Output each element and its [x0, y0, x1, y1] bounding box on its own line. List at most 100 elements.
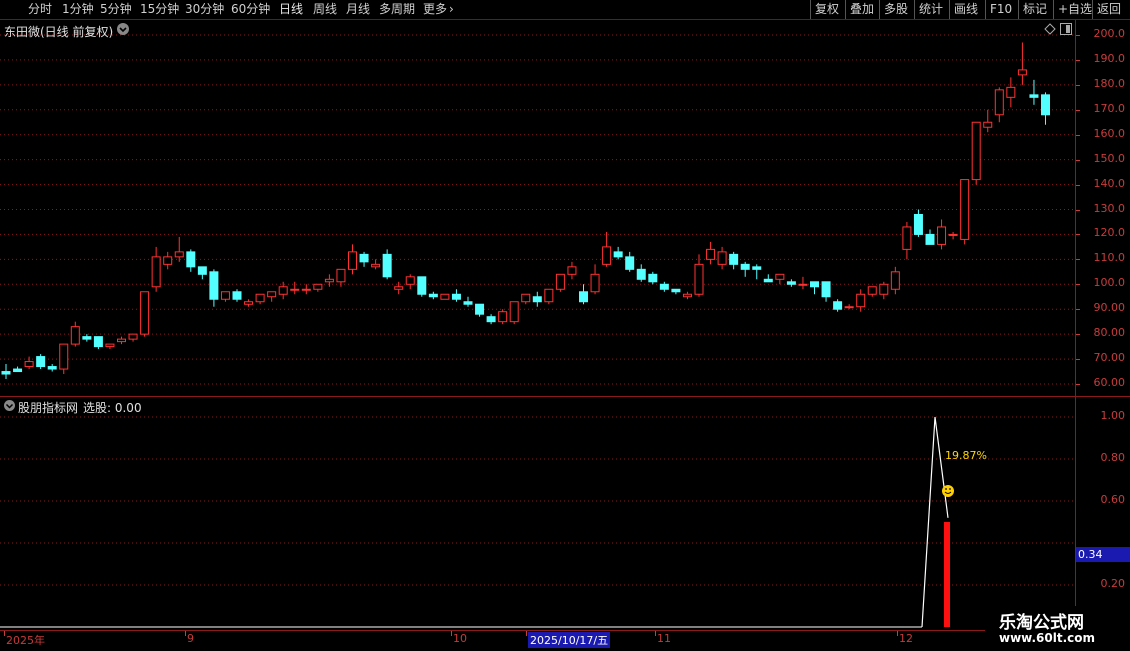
indicator-panel[interactable]: 股朋指标网 选股: 0.00 19.87% [0, 397, 1075, 629]
candle-body [498, 311, 508, 323]
candle [717, 246, 727, 270]
candle-body [752, 266, 762, 270]
price-tick [1076, 334, 1080, 336]
period-tab-2[interactable]: 5分钟 [100, 1, 132, 18]
candle [821, 281, 831, 302]
candle [671, 288, 681, 295]
candle-body [856, 293, 866, 308]
candle [405, 274, 415, 290]
toolbar-button-6[interactable]: 标记 [1018, 0, 1051, 19]
indicator-tick-label: 0.80 [1100, 451, 1126, 464]
diamond-icon[interactable] [1044, 23, 1056, 38]
candle-body [509, 301, 519, 323]
candle [324, 274, 334, 287]
toolbar-button-3[interactable]: 统计 [914, 0, 947, 19]
candle-body [844, 306, 854, 309]
candle [1, 364, 11, 380]
period-tab-7[interactable]: 周线 [313, 1, 337, 18]
toolbar-button-0[interactable]: 复权 [810, 0, 843, 19]
candle [267, 291, 277, 302]
candlestick-panel[interactable]: 东田微(日线 前复权) [0, 20, 1075, 396]
candle [833, 299, 843, 312]
more-chevron-icon[interactable]: › [449, 1, 454, 18]
toolbar-button-5[interactable]: F10 [985, 0, 1016, 19]
date-label: 10 [453, 632, 467, 645]
period-tab-0[interactable]: 分时 [28, 1, 52, 18]
indicator-chart[interactable]: 19.87% [0, 397, 1075, 629]
candle [636, 264, 646, 282]
candle-body [1, 371, 11, 375]
price-tick-label: 130.0 [1093, 201, 1126, 215]
candle [856, 289, 866, 312]
current-value-badge: 0.34 [1076, 546, 1130, 562]
candle [232, 289, 242, 302]
candle [740, 261, 750, 277]
period-tab-3[interactable]: 15分钟 [140, 1, 179, 18]
candle [186, 249, 196, 272]
price-tick-label: 190.0 [1093, 51, 1126, 65]
period-tab-1[interactable]: 1分钟 [62, 1, 94, 18]
candle [890, 266, 900, 295]
candle [579, 284, 588, 305]
smiley-icon [942, 485, 954, 497]
panel-toggle-icon[interactable] [1060, 23, 1072, 38]
candle-body [902, 226, 912, 250]
date-label: 2025年 [6, 634, 45, 647]
candle [590, 264, 600, 295]
price-tick-label: 80.00 [1093, 326, 1126, 340]
candle-body [1017, 69, 1027, 76]
date-tick [655, 631, 656, 636]
indicator-tick-label: 1.00 [1100, 409, 1126, 422]
candle-body [174, 251, 184, 258]
candle-body [567, 266, 577, 275]
candle [486, 314, 496, 325]
date-tick [526, 631, 527, 636]
period-tab-5[interactable]: 60分钟 [231, 1, 270, 18]
period-toolbar: 分时 1分钟 5分钟 15分钟 30分钟 60分钟 日线 周线 月线 多周期 更多 › 复权 叠加 多股统… [0, 0, 1130, 20]
candle [752, 264, 762, 280]
toolbar-button-8[interactable]: 返回 [1092, 0, 1125, 19]
price-tick-label: 60.00 [1093, 376, 1126, 389]
candle-body [128, 333, 138, 340]
candle-body [937, 226, 947, 245]
period-tab-4[interactable]: 30分钟 [185, 1, 224, 18]
candle-body [867, 286, 877, 295]
toolbar-button-7[interactable]: +自选 [1053, 0, 1096, 19]
period-tab-8[interactable]: 月线 [346, 1, 370, 18]
candle-body [821, 281, 831, 298]
candle-body [579, 291, 588, 303]
period-tab-10[interactable]: 更多 [423, 1, 447, 18]
candle [174, 236, 184, 262]
candle [937, 219, 947, 250]
period-tab-6[interactable]: 日线 [279, 1, 303, 18]
candle [244, 299, 254, 307]
candle [509, 301, 519, 325]
candle-body [960, 179, 970, 240]
candle-body [440, 293, 450, 300]
candle [994, 87, 1004, 123]
candle [960, 179, 970, 245]
candle [13, 366, 23, 373]
candle-body [475, 303, 485, 315]
candle [971, 121, 981, 185]
candle-body [13, 368, 23, 373]
candle-body [451, 293, 461, 300]
collapse-icon[interactable] [3, 399, 16, 415]
price-tick-label: 90.00 [1093, 301, 1126, 315]
period-tab-9[interactable]: 多周期 [379, 1, 415, 18]
price-tick [1076, 159, 1080, 161]
candlestick-chart[interactable] [0, 20, 1075, 396]
candle-body [47, 366, 57, 370]
price-tick-label: 110.0 [1093, 251, 1126, 265]
candle-body [833, 301, 843, 310]
toolbar-button-4[interactable]: 画线 [949, 0, 982, 19]
candle-body [775, 273, 785, 280]
candle [24, 356, 34, 370]
chevron-down-icon[interactable] [116, 22, 130, 39]
candle-body [278, 286, 288, 295]
candle [475, 303, 485, 317]
candle [151, 246, 161, 292]
toolbar-button-1[interactable]: 叠加 [845, 0, 878, 19]
toolbar-button-2[interactable]: 多股 [879, 0, 912, 19]
candle-body [244, 301, 254, 305]
